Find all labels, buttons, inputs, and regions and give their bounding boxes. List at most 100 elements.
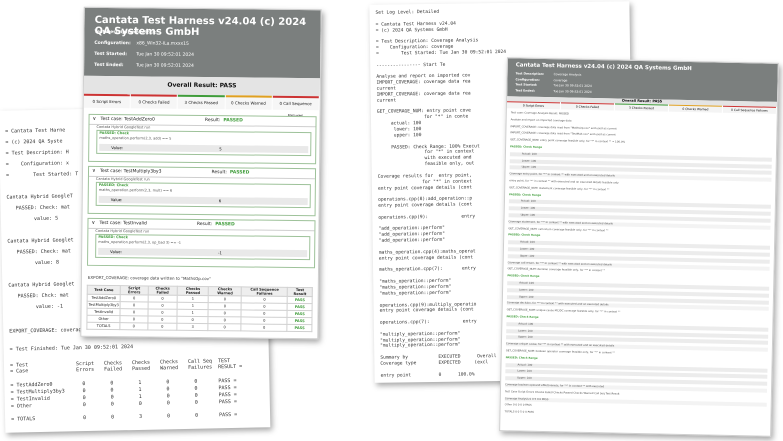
meta-label: Test Started: (515, 82, 538, 87)
table-cell: 1 (138, 379, 142, 386)
meta-label: Test Description: (94, 29, 138, 36)
table-cell: 0 (82, 395, 86, 402)
table-cell: 0 (110, 387, 114, 394)
log-line: entry point coverage details (cont (378, 255, 473, 262)
value-label: Value: (110, 197, 123, 203)
meta-label: Test Ended: (515, 87, 535, 93)
meta-value: Tue Jan 30 09:52:01 2024 (553, 83, 592, 88)
table-header-cell: Errors (76, 366, 95, 374)
log-line: "maths_operation::perform" (379, 290, 452, 297)
table-cell: 1 (138, 386, 142, 393)
check-expression: maths_operation.perform(2,3, mult) == 6 (98, 187, 173, 193)
log-line: = Cantata Test Harne (5, 127, 66, 135)
table-total-cell: 0 (167, 413, 171, 420)
check-expression: maths_operation.perform(2,3, op_bad 3) =… (98, 239, 182, 245)
value-row: Value: 5 (99, 143, 309, 154)
test-case-result-label: Result: (204, 118, 221, 124)
left-finished-line: = Test Finished: Tue Jan 30 09:52:01 202… (9, 344, 134, 353)
chevron-down-icon[interactable]: ∨ (89, 167, 100, 176)
log-line: PASSED: Check: mat (6, 204, 70, 212)
meta-value: Tue Jan 30 09:52:01 2024 (136, 63, 194, 69)
log-line: entry point 0 100.0% (380, 372, 475, 379)
test-case-box: ∨ Test case: TestInvalid Result: PASSED Cant… (87, 217, 316, 269)
table-header-cell: Failures (188, 364, 213, 371)
value-row: Value: -1 (98, 247, 308, 258)
table-header-cell: = Case (10, 368, 29, 375)
summary-table: Test Case Script Errors Checks Failed Check… (86, 285, 313, 332)
log-line: = Test Started: T (5, 171, 79, 179)
table-total-cell: 0 (111, 414, 115, 421)
table-row-result: PASS = (218, 384, 237, 392)
meta-label: Test Description: (515, 71, 545, 76)
summary-header-cell: Checks Passed (177, 286, 209, 296)
test-case-box: ∨ Test case: TestMultiply3by3 Result: PASSE… (87, 165, 317, 217)
summary-result: PASS (287, 324, 312, 332)
log-line: = (c) 2024 QA Syste (5, 138, 63, 146)
table-cell: 0 (194, 385, 198, 392)
chevron-down-icon[interactable]: ∨ (90, 115, 101, 124)
summary-header-cell: Test Case (87, 285, 121, 295)
table-row-name: = Other (10, 403, 32, 410)
table-row-result: PASS = (218, 377, 237, 385)
log-line: feasible only, out (377, 161, 475, 168)
table-row-name: = TestAddZero0 (10, 381, 53, 389)
table-cell: 0 (110, 380, 114, 387)
summary-header-cell: Call Sequence Failures (241, 286, 288, 297)
test-case-result: PASSED (229, 170, 250, 176)
value-label: Value: (111, 145, 124, 151)
summary-header-cell: Checks Failed (147, 285, 178, 296)
table-cell: 0 (166, 393, 170, 400)
log-line: Cantata Hybrid GoogleT (6, 193, 73, 201)
right-log-lines: Set Log Level: Detailed = Cantata Test Ha… (369, 1, 629, 379)
table-cell: 0 (166, 386, 170, 393)
log-line: "add_operation::perform" (378, 237, 446, 244)
meta-label: Configuration: (515, 76, 540, 82)
log-line: PASSED: Check: mat (7, 248, 71, 256)
log-line: current (376, 98, 397, 104)
table-header-cell: RESULT = (218, 363, 243, 371)
summary-header-cell: Test Result (287, 287, 313, 297)
log-line: = Test Started: Tue Jan 30 09:52:01 2024 (376, 49, 507, 57)
coverage-html-report: Cantata Test Harness v24.04 (c) 2024 QA … (499, 57, 779, 437)
check-box: PASSED: Check maths_operation.perform(2,3… (95, 233, 311, 261)
table-cell: 0 (194, 378, 198, 385)
value-number: -1 (218, 250, 222, 256)
value-row: Value: 6 (98, 195, 308, 206)
table-cell: 0 (82, 388, 86, 395)
status-bar: 0 Checks Failed (560, 102, 615, 111)
log-line: = Test Description: H (5, 149, 69, 157)
log-line: Cantata Hybrid Googlet (8, 281, 75, 289)
meta-label: Configuration: (94, 40, 131, 47)
log-line: operations.cpp(7): entry (379, 319, 477, 326)
status-bar: 0 Script Errors (506, 101, 561, 110)
log-line: = Configuration: x (5, 160, 70, 168)
table-total-result: PASS = (219, 411, 238, 419)
summary-cell: 0 (147, 322, 178, 331)
log-line: Coverage type EXPECTED (excl (380, 360, 489, 367)
log-line: operations.cpp(9): entry (378, 214, 476, 221)
test-case-result: PASSED (223, 118, 243, 124)
table-total-name: = TOTALS (11, 416, 36, 423)
meta-value: MathsOp (136, 30, 157, 36)
log-line: entry point coverage details (cont (379, 307, 474, 315)
value-number: 6 (218, 198, 222, 204)
table-row-name: = TestInvalid (10, 395, 50, 403)
report-title: Cantata Test Harness v24.04 (c) 2024 QA … (94, 14, 307, 38)
log-line: entry point coverage details (cont (378, 202, 473, 209)
summary-cell: 3 (176, 323, 209, 331)
test-case-name: Test case: TestAddZero0 (100, 116, 155, 123)
chevron-down-icon[interactable]: ∨ (88, 219, 99, 228)
table-cell: 0 (166, 400, 170, 407)
log-line: value: 5 (6, 215, 59, 223)
value-number: 5 (219, 146, 222, 152)
value-label: Value: (110, 249, 122, 255)
table-cell: 0 (82, 402, 86, 409)
meta-label: Test Ended: (94, 62, 124, 69)
log-line: ---------------- Start Te (376, 62, 446, 69)
summary-header-cell: Script Errors (120, 285, 148, 295)
log-line: entry point coverage details (cont (377, 184, 473, 192)
summary-name: TOTALS (86, 322, 121, 330)
log-line: = (c) 2024 QA Systems GmbH (375, 27, 448, 34)
log-line: Set Log Level: Detailed (375, 9, 440, 16)
summary-row: TOTALS 0 0 3 0 0 PASS (86, 322, 312, 332)
